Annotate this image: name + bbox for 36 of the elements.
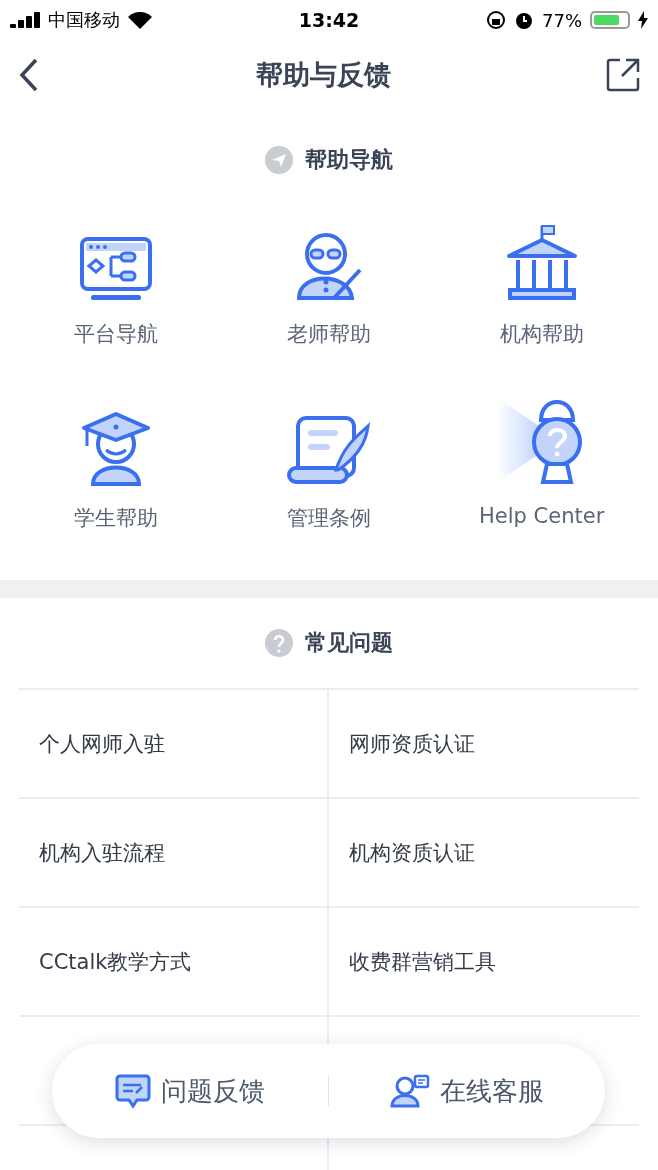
wifi-icon bbox=[128, 11, 152, 29]
help-category[interactable]: 管理条例 bbox=[287, 504, 371, 532]
charging-icon bbox=[638, 11, 648, 29]
battery-icon bbox=[590, 11, 630, 29]
carrier-name: 中国移动 bbox=[48, 8, 120, 32]
help-category[interactable]: Help Center bbox=[479, 504, 605, 528]
question-icon bbox=[265, 629, 293, 657]
monitor-icon bbox=[79, 236, 154, 302]
alarm-icon bbox=[514, 10, 534, 30]
section-title: 帮助导航 bbox=[305, 146, 393, 174]
graduate-icon bbox=[81, 410, 152, 486]
faq-link[interactable]: 网师资质认证 bbox=[349, 729, 475, 758]
faq-link[interactable]: 收费群营销工具 bbox=[349, 947, 496, 976]
help-category[interactable]: 平台导航 bbox=[74, 320, 159, 348]
faq-link[interactable]: CCtalk教学方式 bbox=[39, 947, 192, 976]
support-button[interactable]: 在线客服 bbox=[329, 1061, 605, 1121]
scroll-quill-icon bbox=[286, 414, 372, 486]
help-category[interactable]: 学生帮助 bbox=[74, 504, 159, 532]
faq-link[interactable]: 机构入驻流程 bbox=[39, 838, 165, 867]
clock-time: 13:42 bbox=[298, 9, 360, 31]
building-icon bbox=[505, 224, 578, 302]
page-title: 帮助与反馈 bbox=[255, 58, 391, 92]
share-icon[interactable] bbox=[606, 58, 640, 92]
signal-icon bbox=[10, 12, 40, 28]
rotation-lock-icon bbox=[486, 10, 506, 30]
back-icon[interactable] bbox=[18, 57, 40, 93]
faq-link[interactable]: 个人网师入驻 bbox=[39, 729, 165, 758]
teacher-icon bbox=[294, 232, 364, 302]
help-category[interactable]: 机构帮助 bbox=[499, 320, 584, 348]
faq-link[interactable]: 机构资质认证 bbox=[349, 838, 475, 867]
chat-bubble-icon bbox=[115, 1073, 151, 1109]
battery-percent: 77% bbox=[542, 9, 582, 31]
section-title: 常见问题 bbox=[305, 629, 393, 657]
agent-icon bbox=[390, 1074, 430, 1108]
feedback-button[interactable]: 问题反馈 bbox=[52, 1061, 328, 1121]
help-category[interactable]: 老师帮助 bbox=[287, 320, 371, 348]
